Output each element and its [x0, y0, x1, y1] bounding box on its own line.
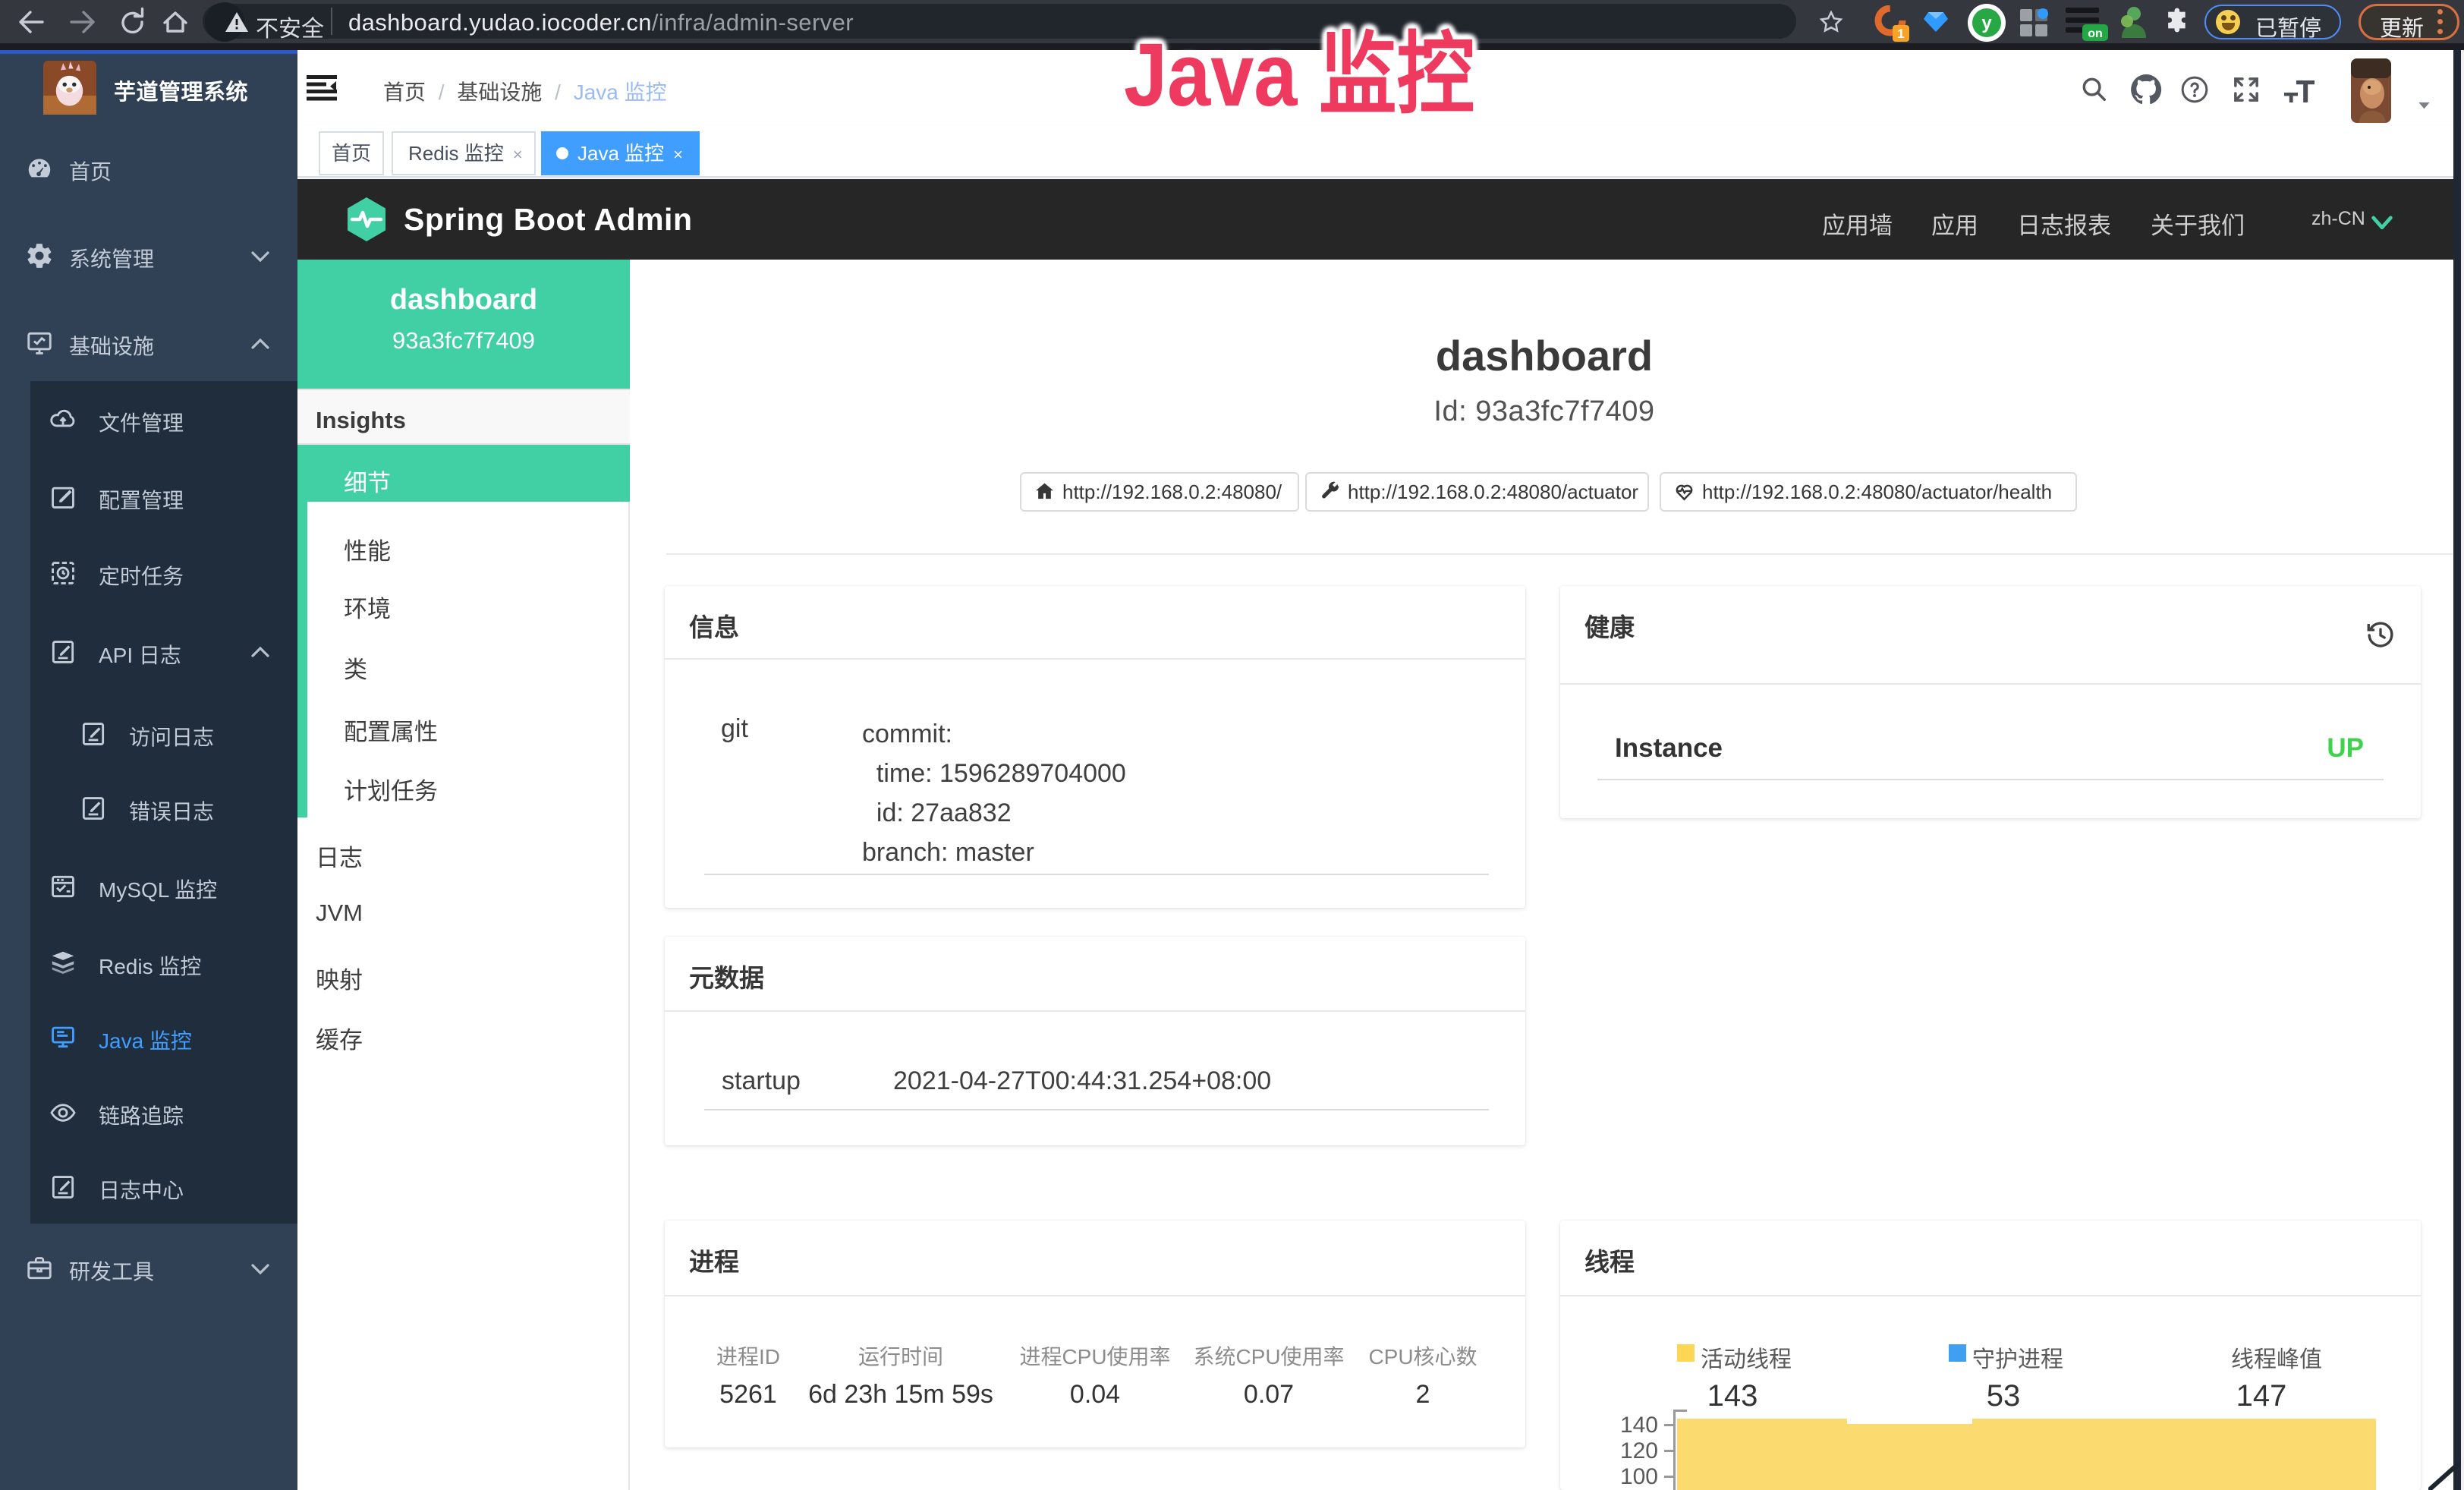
- svg-text:y: y: [1981, 13, 1992, 33]
- svg-text:on: on: [2088, 27, 2103, 40]
- svg-text:1: 1: [1897, 27, 1904, 41]
